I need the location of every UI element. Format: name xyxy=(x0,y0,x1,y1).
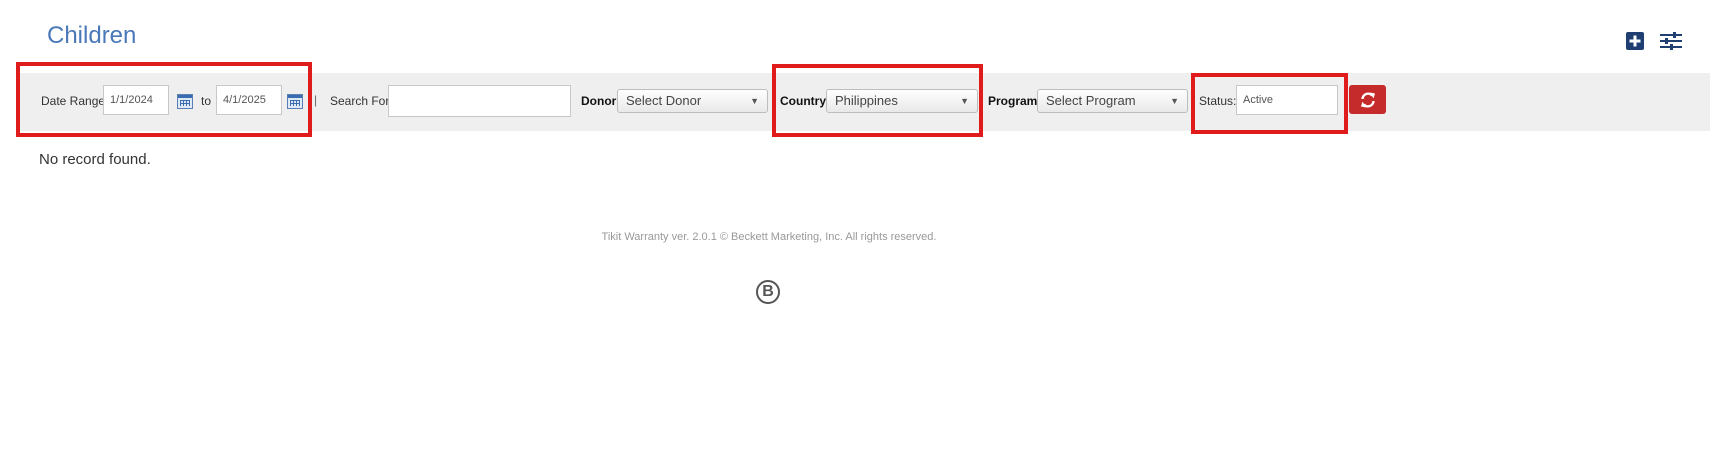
program-select[interactable]: Select Program ▼ xyxy=(1037,89,1188,113)
brand-logo-icon: B xyxy=(756,280,780,304)
donor-select[interactable]: Select Donor ▼ xyxy=(617,89,768,113)
page-title: Children xyxy=(47,22,137,49)
separator: | xyxy=(314,93,318,107)
highlight-date-range xyxy=(16,62,312,137)
plus-square-icon[interactable] xyxy=(1624,30,1646,52)
highlight-country xyxy=(772,64,983,137)
donor-select-value: Select Donor xyxy=(626,93,702,108)
program-select-value: Select Program xyxy=(1046,93,1136,108)
chevron-down-icon: ▼ xyxy=(1170,96,1179,106)
program-label: Program: xyxy=(988,94,1042,108)
search-input[interactable] xyxy=(388,85,571,117)
refresh-icon xyxy=(1360,92,1375,107)
top-actions xyxy=(1624,30,1682,52)
refresh-button[interactable] xyxy=(1349,85,1386,114)
donor-label: Donor: xyxy=(581,94,621,108)
sliders-icon[interactable] xyxy=(1660,30,1682,52)
footer-copyright: Tikit Warranty ver. 2.0.1 © Beckett Mark… xyxy=(601,231,937,243)
chevron-down-icon: ▼ xyxy=(750,96,759,106)
search-label: Search For: xyxy=(330,94,393,108)
empty-results-message: No record found. xyxy=(39,151,151,168)
highlight-status xyxy=(1191,73,1348,134)
